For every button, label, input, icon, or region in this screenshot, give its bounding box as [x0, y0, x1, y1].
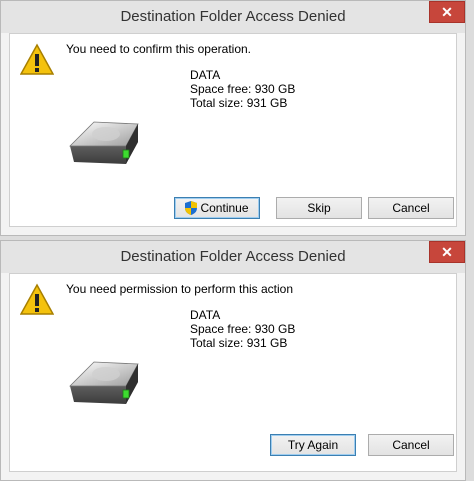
title-bar[interactable]: Destination Folder Access Denied ✕ — [1, 1, 465, 33]
cancel-button-label: Cancel — [392, 201, 430, 215]
drive-name: DATA — [190, 68, 221, 82]
drive-icon — [69, 121, 139, 164]
warning-icon — [20, 43, 54, 75]
try-again-button-label: Try Again — [287, 438, 339, 452]
dialog-message: You need to confirm this operation. — [66, 42, 252, 56]
drive-info: DATA Space free: 930 GB Total size: 931 … — [190, 308, 295, 350]
dialog-content: You need to confirm this operation. DATA… — [9, 33, 457, 227]
close-button[interactable]: ✕ — [429, 241, 465, 263]
space-free: Space free: 930 GB — [190, 322, 296, 336]
access-denied-dialog-permission: Destination Folder Access Denied ✕ You n… — [0, 240, 466, 481]
title-bar[interactable]: Destination Folder Access Denied ✕ — [1, 241, 465, 273]
drive-name: DATA — [190, 308, 221, 322]
access-denied-dialog-confirm: Destination Folder Access Denied ✕ You n… — [0, 0, 466, 236]
warning-icon — [20, 283, 54, 315]
dialog-message: You need permission to perform this acti… — [66, 282, 294, 296]
total-size: Total size: 931 GB — [190, 336, 288, 350]
total-size: Total size: 931 GB — [190, 96, 288, 110]
dialog-title: Destination Folder Access Denied — [120, 248, 346, 265]
continue-button-label: Continue — [200, 201, 249, 215]
try-again-button[interactable]: Try Again — [270, 434, 356, 456]
cancel-button[interactable]: Cancel — [368, 197, 454, 219]
skip-button-label: Skip — [307, 201, 331, 215]
drive-info: DATA Space free: 930 GB Total size: 931 … — [190, 68, 295, 110]
close-icon: ✕ — [441, 243, 453, 260]
drive-icon — [69, 361, 139, 404]
dialog-content: You need permission to perform this acti… — [9, 273, 457, 472]
skip-button[interactable]: Skip — [276, 197, 362, 219]
close-icon: ✕ — [441, 3, 453, 20]
continue-button[interactable]: Continue — [174, 197, 260, 219]
space-free: Space free: 930 GB — [190, 82, 296, 96]
cancel-button[interactable]: Cancel — [368, 434, 454, 456]
dialog-title: Destination Folder Access Denied — [120, 8, 346, 25]
uac-shield-icon — [185, 201, 198, 215]
close-button[interactable]: ✕ — [429, 1, 465, 23]
cancel-button-label: Cancel — [392, 438, 430, 452]
